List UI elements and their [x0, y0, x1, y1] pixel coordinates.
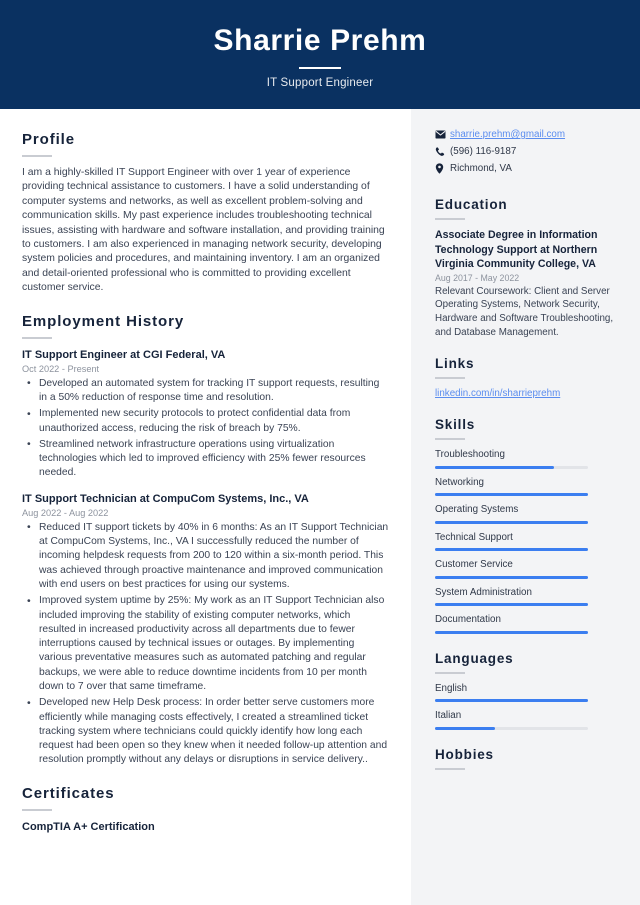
job-bullet: Improved system uptime by 25%: My work a…	[22, 594, 389, 694]
candidate-job-title: IT Support Engineer	[266, 77, 374, 90]
candidate-name: Sharrie Prehm	[213, 23, 427, 57]
header-divider	[299, 67, 341, 70]
skill-item: System Administration	[435, 586, 618, 607]
contact-row-email: sharrie.prehm@gmail.com	[435, 128, 618, 141]
employment-entry: IT Support Technician at CompuCom System…	[22, 492, 389, 768]
skill-item: Troubleshooting	[435, 448, 618, 469]
skill-bar-track	[435, 575, 588, 579]
links-section: Links linkedin.com/in/sharrieprehm	[435, 356, 618, 400]
skill-item: Customer Service	[435, 558, 618, 579]
skill-bar-track	[435, 493, 588, 497]
languages-section: Languages English Italian	[435, 651, 618, 730]
languages-heading: Languages	[435, 650, 514, 666]
language-label: Italian	[435, 710, 462, 722]
job-bullet: Developed an automated system for tracki…	[22, 376, 389, 406]
job-bullets: Developed an automated system for tracki…	[22, 376, 389, 481]
section-divider	[435, 671, 465, 674]
skill-bar-fill	[435, 630, 588, 634]
certificates-section: Certificates CompTIA A+ Certification	[22, 785, 389, 835]
sidebar-column: sharrie.prehm@gmail.com (596) 116-9187 R…	[411, 109, 640, 905]
skill-bar-track	[435, 520, 588, 524]
skill-label: Troubleshooting	[435, 449, 505, 461]
section-divider	[22, 808, 52, 811]
language-label: English	[435, 682, 468, 694]
job-title: IT Support Technician at CompuCom System…	[22, 492, 309, 505]
resume-header: Sharrie Prehm IT Support Engineer	[0, 0, 640, 109]
employment-section: Employment History IT Support Engineer a…	[22, 313, 389, 768]
skill-item: Technical Support	[435, 531, 618, 552]
skill-bar-fill	[435, 603, 588, 607]
job-bullet: Reduced IT support tickets by 40% in 6 m…	[22, 520, 389, 592]
phone-text: (596) 116-9187	[450, 146, 517, 157]
education-entry: Associate Degree in Information Technolo…	[435, 228, 618, 339]
skill-item: Documentation	[435, 613, 618, 634]
job-bullet: Implemented new security protocols to pr…	[22, 407, 389, 436]
contact-row-phone: (596) 116-9187	[435, 145, 618, 158]
section-divider	[435, 218, 465, 220]
skill-label: System Administration	[435, 586, 532, 598]
language-item: Italian	[435, 709, 618, 730]
education-heading: Education	[435, 197, 508, 212]
skill-bar-fill	[435, 465, 555, 469]
skills-heading: Skills	[435, 417, 476, 433]
resume-page: Sharrie Prehm IT Support Engineer Profil…	[0, 0, 640, 905]
skill-bar-track	[435, 465, 588, 469]
education-description: Relevant Coursework: Client and Server O…	[435, 285, 614, 338]
job-title: IT Support Engineer at CGI Federal, VA	[22, 348, 226, 361]
resume-body: Profile I am a highly-skilled IT Support…	[0, 109, 640, 905]
education-section: Education Associate Degree in Informatio…	[435, 197, 618, 339]
job-bullets: Reduced IT support tickets by 40% in 6 m…	[22, 520, 389, 768]
skill-bar-track	[435, 548, 588, 552]
skill-bar-track	[435, 630, 588, 634]
language-item: English	[435, 682, 618, 703]
section-divider	[22, 336, 52, 339]
contact-list: sharrie.prehm@gmail.com (596) 116-9187 R…	[435, 128, 618, 175]
section-divider	[435, 377, 465, 380]
job-date: Aug 2022 - Aug 2022	[22, 507, 109, 518]
skill-bar-fill	[435, 548, 588, 552]
skill-label: Documentation	[435, 614, 501, 626]
skill-label: Networking	[435, 476, 485, 488]
envelope-icon	[435, 130, 450, 139]
skill-bar-track	[435, 603, 588, 607]
skill-label: Customer Service	[435, 559, 513, 571]
skill-label: Technical Support	[435, 531, 513, 543]
employment-heading: Employment History	[22, 312, 185, 330]
email-text[interactable]: sharrie.prehm@gmail.com	[450, 128, 565, 141]
section-divider	[22, 155, 52, 157]
profile-heading: Profile	[22, 131, 75, 148]
location-text: Richmond, VA	[450, 163, 512, 174]
skill-item: Networking	[435, 476, 618, 497]
skill-item: Operating Systems	[435, 503, 618, 524]
links-heading: Links	[435, 356, 475, 372]
job-bullet: Streamlined network infrastructure opera…	[22, 437, 389, 481]
contact-row-location: Richmond, VA	[435, 162, 618, 175]
skill-bar-fill	[435, 493, 588, 497]
language-bar-track	[435, 699, 588, 703]
hobbies-section: Hobbies	[435, 747, 618, 770]
education-title: Associate Degree in Information Technolo…	[435, 229, 598, 271]
phone-icon	[435, 146, 450, 157]
job-date: Oct 2022 - Present	[22, 363, 100, 374]
language-bar-fill	[435, 726, 495, 730]
language-bar-fill	[435, 699, 588, 703]
location-pin-icon	[435, 163, 450, 174]
job-bullet: Developed new Help Desk process: In orde…	[22, 696, 389, 767]
skills-section: Skills Troubleshooting Networking Operat…	[435, 417, 618, 634]
skill-bar-fill	[435, 520, 588, 524]
link-item-linkedin[interactable]: linkedin.com/in/sharrieprehm	[435, 387, 618, 400]
skill-label: Operating Systems	[435, 504, 519, 516]
section-divider	[435, 438, 465, 441]
certificates-heading: Certificates	[22, 784, 115, 802]
profile-text: I am a highly-skilled IT Support Enginee…	[22, 167, 385, 294]
certificate-title: CompTIA A+ Certification	[22, 820, 155, 833]
skill-bar-fill	[435, 575, 588, 579]
section-divider	[435, 767, 465, 770]
language-bar-track	[435, 726, 588, 730]
main-column: Profile I am a highly-skilled IT Support…	[0, 109, 411, 905]
education-date: Aug 2017 - May 2022	[435, 272, 520, 283]
employment-entry: IT Support Engineer at CGI Federal, VA O…	[22, 348, 389, 481]
hobbies-heading: Hobbies	[435, 746, 494, 762]
profile-section: Profile I am a highly-skilled IT Support…	[22, 131, 389, 296]
